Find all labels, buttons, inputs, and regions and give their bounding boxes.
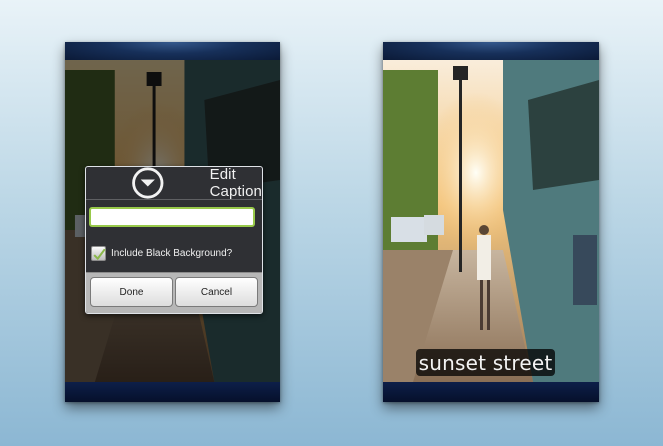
photo-caption: sunset street xyxy=(416,349,555,376)
done-button[interactable]: Done xyxy=(90,277,173,307)
street-photo-captioned: sunset street xyxy=(383,60,599,382)
dialog-button-bar: Done Cancel xyxy=(86,272,262,313)
status-bar xyxy=(65,42,280,60)
status-bar xyxy=(383,42,599,60)
bottom-bar xyxy=(383,382,599,402)
street-photo: Edit Caption Include Black Background? D… xyxy=(65,60,280,382)
include-black-background-label: Include Black Background? xyxy=(111,248,233,259)
right-phone-screen: sunset street xyxy=(383,42,599,402)
check-icon xyxy=(93,248,106,261)
circle-chevron-down-icon xyxy=(132,167,164,199)
dialog-title: Edit Caption xyxy=(209,166,262,200)
caption-input[interactable] xyxy=(89,207,255,227)
bottom-bar xyxy=(65,382,280,402)
cancel-button[interactable]: Cancel xyxy=(175,277,258,307)
edit-caption-dialog: Edit Caption Include Black Background? D… xyxy=(85,166,263,314)
dialog-header: Edit Caption xyxy=(86,167,262,200)
include-black-background-checkbox[interactable] xyxy=(91,246,106,261)
include-black-background-row[interactable]: Include Black Background? xyxy=(91,246,232,261)
street-photo-image xyxy=(383,60,599,382)
left-phone-screen: Edit Caption Include Black Background? D… xyxy=(65,42,280,402)
